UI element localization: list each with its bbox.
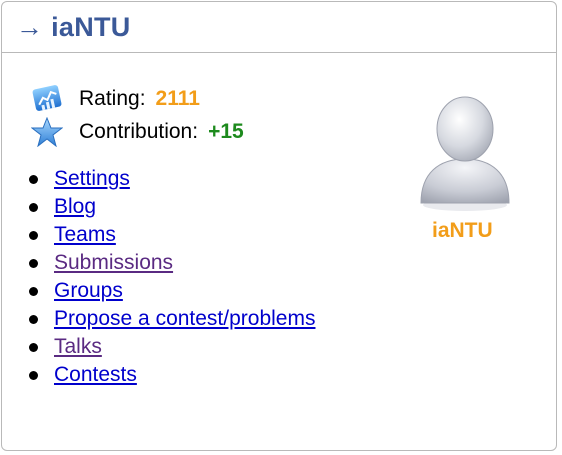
- bullet-icon: [29, 286, 38, 296]
- nav-item-contests: Contests: [26, 361, 315, 389]
- nav-item-blog: Blog: [26, 193, 315, 221]
- groups-link[interactable]: Groups: [54, 279, 123, 303]
- avatar-username-link[interactable]: iaNTU: [432, 219, 493, 243]
- rating-value: 2111: [155, 87, 200, 110]
- nav-item-groups: Groups: [26, 277, 315, 305]
- nav-item-settings: Settings: [26, 165, 315, 193]
- bullet-icon: [29, 342, 38, 352]
- contests-link[interactable]: Contests: [54, 363, 137, 387]
- avatar[interactable]: [415, 85, 515, 215]
- propose-contest-link[interactable]: Propose a contest/problems: [54, 307, 315, 331]
- bullet-icon: [29, 202, 38, 212]
- nav-item-teams: Teams: [26, 221, 315, 249]
- user-sidebar-panel: → iaNTU Rating: 2111 Contribution: +15 S…: [1, 1, 557, 451]
- bullet-icon: [29, 230, 38, 240]
- bullet-icon: [29, 174, 38, 184]
- settings-link[interactable]: Settings: [54, 167, 130, 191]
- bullet-icon: [29, 370, 38, 380]
- star-icon: [30, 116, 64, 148]
- panel-body: Rating: 2111 Contribution: +15 Settings …: [2, 53, 556, 450]
- contribution-value: +15: [208, 120, 244, 143]
- rating-graph-icon: [30, 83, 64, 115]
- panel-header: → iaNTU: [2, 2, 556, 53]
- blog-link[interactable]: Blog: [54, 195, 96, 219]
- nav-item-propose: Propose a contest/problems: [26, 305, 315, 333]
- bullet-icon: [29, 258, 38, 268]
- contribution-row: Contribution: +15: [30, 116, 244, 148]
- talks-link[interactable]: Talks: [54, 335, 102, 359]
- nav-item-submissions: Submissions: [26, 249, 315, 277]
- submissions-link[interactable]: Submissions: [54, 251, 173, 275]
- nav-item-talks: Talks: [26, 333, 315, 361]
- profile-nav-list: Settings Blog Teams Submissions Groups P…: [26, 165, 315, 389]
- rating-row: Rating: 2111: [30, 83, 200, 115]
- rating-label: Rating:: [79, 87, 146, 110]
- profile-title-link[interactable]: → iaNTU: [16, 12, 131, 43]
- user-silhouette-icon: [420, 96, 510, 211]
- contribution-label: Contribution:: [79, 120, 199, 143]
- bullet-icon: [29, 314, 38, 324]
- teams-link[interactable]: Teams: [54, 223, 116, 247]
